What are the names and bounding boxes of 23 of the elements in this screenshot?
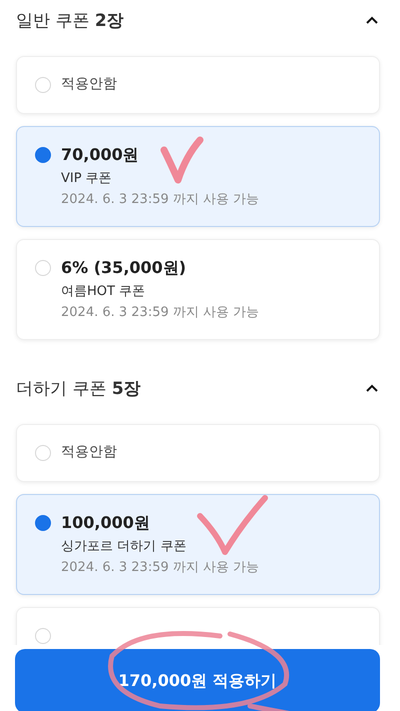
coupon-validity: 2024. 6. 3 23:59 까지 사용 가능 <box>61 559 260 576</box>
coupon-card[interactable]: 70,000원 VIP 쿠폰 2024. 6. 3 23:59 까지 사용 가능 <box>16 126 380 227</box>
chevron-icon[interactable] <box>366 384 378 392</box>
radio-button[interactable] <box>35 147 51 163</box>
coupon-card[interactable]: 6% (35,000원) 여름HOT 쿠폰 2024. 6. 3 23:59 까지 사용 가능 <box>16 239 380 340</box>
coupon-amount: 100,000원 <box>61 513 151 534</box>
coupon-validity: 2024. 6. 3 23:59 까지 사용 가능 <box>61 304 260 321</box>
coupon-name: 싱가포르 더하기 쿠폰 <box>61 538 188 555</box>
section-title: 일반 쿠폰 2장 <box>16 10 124 32</box>
coupon-name: VIP 쿠폰 <box>61 170 113 187</box>
coupon-label: 적용안함 <box>61 75 117 93</box>
section-title: 더하기 쿠폰 5장 <box>16 378 141 400</box>
radio-button[interactable] <box>35 515 51 531</box>
coupon-amount: 6% (35,000원) <box>61 258 188 279</box>
coupon-amount: 70,000원 <box>61 145 140 166</box>
apply-button[interactable]: 170,000원 적용하기 <box>15 649 380 711</box>
coupon-label: 적용안함 <box>61 443 117 461</box>
chevron-icon[interactable] <box>366 16 378 24</box>
coupon-card[interactable]: 적용안함 <box>16 56 380 114</box>
coupon-card[interactable]: 적용안함 <box>16 424 380 482</box>
coupon-card[interactable]: 100,000원 싱가포르 더하기 쿠폰 2024. 6. 3 23:59 까지 사용 가능 <box>16 494 380 595</box>
coupon-name: 여름HOT 쿠폰 <box>61 283 146 300</box>
coupon-validity: 2024. 6. 3 23:59 까지 사용 가능 <box>61 191 260 208</box>
